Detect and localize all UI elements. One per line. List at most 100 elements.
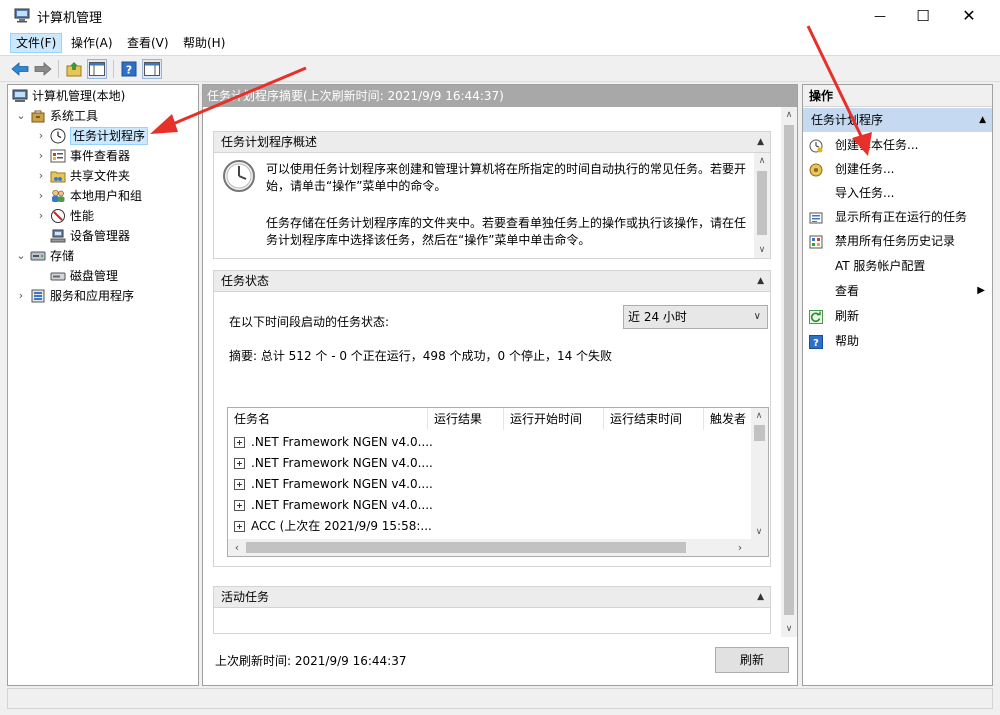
table-row[interactable]: .NET Framework NGEN v4.0.... [234, 453, 433, 474]
expand-icon[interactable]: › [34, 126, 48, 146]
scroll-thumb[interactable] [757, 171, 767, 235]
up-folder-button[interactable] [64, 59, 84, 79]
tree-item-computer-management[interactable]: 计算机管理(本地) [12, 86, 125, 106]
scroll-up-icon[interactable]: ∧ [751, 408, 767, 424]
tree-label: 计算机管理(本地) [32, 89, 126, 103]
last-refresh-label: 上次刷新时间: 2021/9/9 16:44:37 [215, 654, 407, 668]
tree-item-shared-folders[interactable]: › 共享文件夹 [34, 166, 130, 186]
action-create-task[interactable]: 创建任务... [809, 158, 989, 180]
submenu-arrow-icon: ▶ [977, 285, 985, 296]
expand-plus-icon[interactable] [234, 521, 245, 532]
title-bar: 计算机管理 — ☐ ✕ [0, 0, 1000, 31]
menu-file[interactable]: 文件(F) [10, 33, 63, 53]
active-section-header[interactable]: 活动任务 ▲ [213, 586, 771, 608]
scroll-right-icon[interactable]: › [733, 539, 747, 556]
help-toolbar-button[interactable]: ? [119, 59, 139, 79]
actions-pane: 操作 任务计划程序 ▲ 创建基本任务... 创建任务... 导入任务... 显示… [802, 84, 993, 686]
overview-scrollbar[interactable]: ∧ ∨ [754, 153, 770, 258]
action-at-service-config[interactable]: AT 服务帐户配置 [809, 255, 989, 277]
expand-plus-icon[interactable] [234, 479, 245, 490]
collapse-caret-icon[interactable]: ▲ [757, 271, 764, 291]
expand-icon[interactable]: › [34, 206, 48, 226]
tree-label: 性能 [70, 209, 95, 223]
tree-item-disk-management[interactable]: 磁盘管理 [34, 266, 118, 286]
disk-icon [50, 268, 66, 284]
scroll-thumb[interactable] [754, 425, 765, 441]
action-label: 刷新 [835, 309, 860, 323]
tree-item-performance[interactable]: › 性能 [34, 206, 94, 226]
scroll-down-icon[interactable]: ∨ [751, 524, 767, 540]
forward-button[interactable] [33, 59, 53, 79]
collapse-caret-icon[interactable]: ▲ [979, 108, 986, 132]
overview-section-header[interactable]: 任务计划程序概述 ▲ [213, 131, 771, 153]
tree-item-task-scheduler[interactable]: › 任务计划程序 [34, 126, 149, 146]
expand-plus-icon[interactable] [234, 458, 245, 469]
status-section-header[interactable]: 任务状态 ▲ [213, 270, 771, 292]
expand-plus-icon[interactable] [234, 437, 245, 448]
users-icon [50, 188, 66, 204]
show-hide-tree-button[interactable] [87, 59, 107, 79]
menu-view[interactable]: 查看(V) [122, 33, 174, 53]
tree-item-local-users[interactable]: › 本地用户和组 [34, 186, 142, 206]
expand-icon[interactable]: › [34, 186, 48, 206]
column-header-end-time[interactable]: 运行结束时间 [604, 408, 704, 430]
table-horizontal-scrollbar[interactable]: ‹ › [228, 539, 768, 556]
menu-help[interactable]: 帮助(H) [178, 33, 230, 53]
tree-item-event-viewer[interactable]: › 事件查看器 [34, 146, 130, 166]
summary-scrollbar[interactable]: ∧ ∨ [781, 107, 797, 637]
column-header-result[interactable]: 运行结果 [428, 408, 504, 430]
table-row[interactable]: .NET Framework NGEN v4.0.... [234, 432, 433, 453]
scroll-thumb[interactable] [246, 542, 686, 553]
scroll-down-icon[interactable]: ∨ [781, 621, 797, 637]
period-select[interactable]: 近 24 小时 ∨ [623, 305, 768, 329]
scroll-up-icon[interactable]: ∧ [781, 107, 797, 123]
column-header-task-name[interactable]: 任务名 [228, 408, 428, 430]
minimize-button[interactable]: — [857, 0, 903, 31]
scroll-up-icon[interactable]: ∧ [754, 153, 770, 169]
expand-icon[interactable]: › [14, 286, 28, 306]
overview-paragraph-2: 任务存储在任务计划程序库的文件夹中。若要查看单独任务上的操作或执行该操作，请在任… [266, 216, 747, 247]
collapse-caret-icon[interactable]: ▲ [757, 132, 764, 152]
close-button[interactable]: ✕ [946, 0, 992, 31]
actions-section-header[interactable]: 任务计划程序 ▲ [803, 108, 992, 132]
event-viewer-icon [50, 148, 66, 164]
task-name: .NET Framework NGEN v4.0.... [251, 477, 433, 491]
svg-text:?: ? [813, 338, 819, 349]
action-disable-history[interactable]: 禁用所有任务历史记录 [809, 230, 989, 252]
tree-item-services-apps[interactable]: › 服务和应用程序 [14, 286, 134, 306]
status-summary: 摘要: 总计 512 个 - 0 个正在运行，498 个成功，0 个停止，14 … [229, 349, 613, 363]
tree-item-storage[interactable]: ⌄ 存储 [14, 246, 74, 266]
table-row[interactable]: ACC (上次在 2021/9/9 15:58:... [234, 516, 432, 537]
scroll-thumb[interactable] [784, 125, 794, 615]
action-show-running-tasks[interactable]: 显示所有正在运行的任务 [809, 206, 989, 228]
scroll-down-icon[interactable]: ∨ [754, 242, 770, 258]
menu-action[interactable]: 操作(A) [66, 33, 118, 53]
svg-text:?: ? [126, 64, 132, 77]
expand-plus-icon[interactable] [234, 500, 245, 511]
column-header-trigger[interactable]: 触发者 [704, 408, 752, 430]
collapse-caret-icon[interactable]: ▲ [757, 587, 764, 607]
refresh-button[interactable]: 刷新 [715, 647, 789, 673]
expand-icon[interactable]: › [34, 146, 48, 166]
refresh-icon [809, 309, 823, 324]
action-refresh[interactable]: 刷新 [809, 305, 989, 327]
collapse-icon[interactable]: ⌄ [14, 106, 28, 126]
tree-item-system-tools[interactable]: ⌄ 系统工具 [14, 106, 98, 126]
tree-item-device-manager[interactable]: 设备管理器 [34, 226, 130, 246]
table-row[interactable]: .NET Framework NGEN v4.0.... [234, 474, 433, 495]
action-create-basic-task[interactable]: 创建基本任务... [809, 134, 989, 156]
column-header-start-time[interactable]: 运行开始时间 [504, 408, 604, 430]
status-period-label: 在以下时间段启动的任务状态: [229, 315, 390, 329]
table-row[interactable]: .NET Framework NGEN v4.0.... [234, 495, 433, 516]
action-import-task[interactable]: 导入任务... [809, 182, 989, 204]
tree-label: 系统工具 [50, 109, 99, 123]
back-button[interactable] [10, 59, 30, 79]
action-help[interactable]: ? 帮助 [809, 330, 989, 352]
maximize-button[interactable]: ☐ [900, 0, 946, 31]
scroll-left-icon[interactable]: ‹ [230, 539, 244, 556]
table-vertical-scrollbar[interactable]: ∧ ∨ [751, 408, 768, 540]
expand-icon[interactable]: › [34, 166, 48, 186]
action-view[interactable]: 查看 ▶ [809, 280, 989, 302]
collapse-icon[interactable]: ⌄ [14, 246, 28, 266]
show-hide-action-pane-button[interactable] [142, 59, 162, 79]
